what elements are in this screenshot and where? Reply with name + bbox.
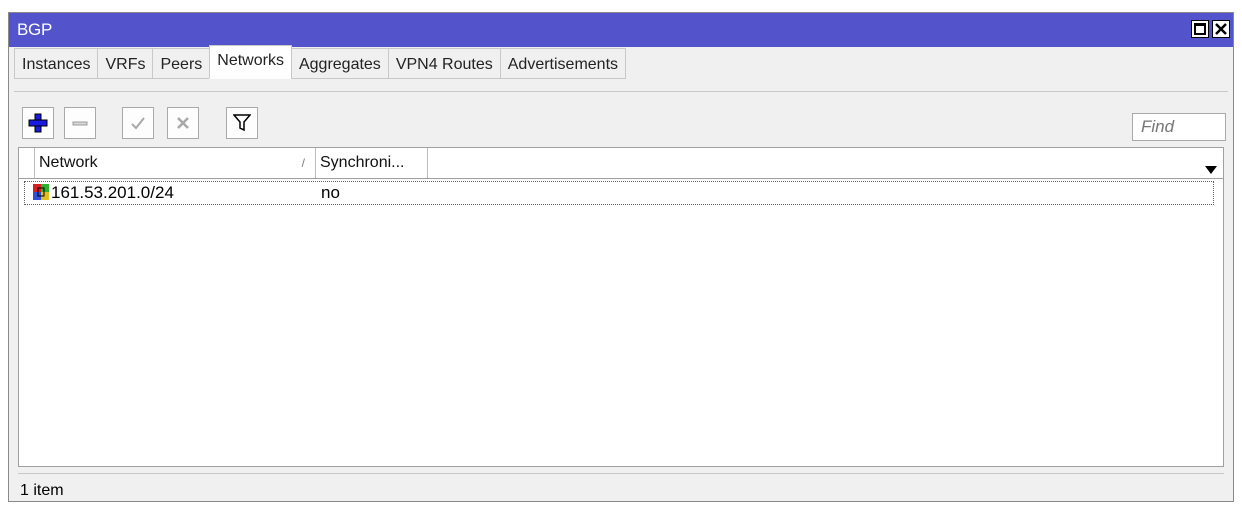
enable-button[interactable] <box>122 107 154 139</box>
window-title: BGP <box>17 20 53 39</box>
table-row[interactable]: 161.53.201.0/24 no <box>24 181 1214 205</box>
filter-icon <box>233 114 251 132</box>
tab-advertisements[interactable]: Advertisements <box>499 48 627 79</box>
column-menu-button[interactable] <box>1205 159 1217 179</box>
cross-icon <box>177 117 189 129</box>
tab-vpn4-routes[interactable]: VPN4 Routes <box>387 48 501 79</box>
chevron-down-icon <box>1205 166 1217 174</box>
maximize-icon[interactable] <box>1191 20 1209 38</box>
table-header: Network / Synchroni... <box>19 148 1223 179</box>
remove-button[interactable] <box>64 107 96 139</box>
status-bar: 1 item <box>18 473 1224 505</box>
disable-button[interactable] <box>167 107 199 139</box>
close-icon[interactable] <box>1212 20 1230 38</box>
tab-aggregates[interactable]: Aggregates <box>290 48 389 79</box>
tab-instances[interactable]: Instances <box>14 48 99 79</box>
minus-icon <box>72 121 88 126</box>
tab-peers[interactable]: Peers <box>152 48 211 79</box>
column-label-network: Network <box>39 154 98 171</box>
cell-network: 161.53.201.0/24 <box>51 183 174 202</box>
networks-table: Network / Synchroni... 161.53.201.0/24 n… <box>18 147 1224 467</box>
plus-icon <box>28 113 48 133</box>
cell-synchronize: no <box>321 183 340 202</box>
tab-divider <box>14 91 1228 92</box>
tab-bar: Instances VRFs Peers Networks Aggregates… <box>14 45 627 80</box>
add-button[interactable] <box>22 107 54 139</box>
sort-indicator: / <box>301 156 305 170</box>
find-input[interactable] <box>1132 113 1226 141</box>
item-count: 1 item <box>20 482 64 499</box>
tab-networks[interactable]: Networks <box>209 45 292 79</box>
check-icon <box>131 117 145 130</box>
column-header-synchronize[interactable]: Synchroni... <box>316 148 428 178</box>
network-entry-icon <box>33 184 49 200</box>
column-header-network[interactable]: Network / <box>34 148 316 178</box>
tab-vrfs[interactable]: VRFs <box>97 48 154 79</box>
window-titlebar[interactable]: BGP <box>9 13 1233 47</box>
filter-button[interactable] <box>226 107 258 139</box>
column-label-synchronize: Synchroni... <box>320 154 405 171</box>
